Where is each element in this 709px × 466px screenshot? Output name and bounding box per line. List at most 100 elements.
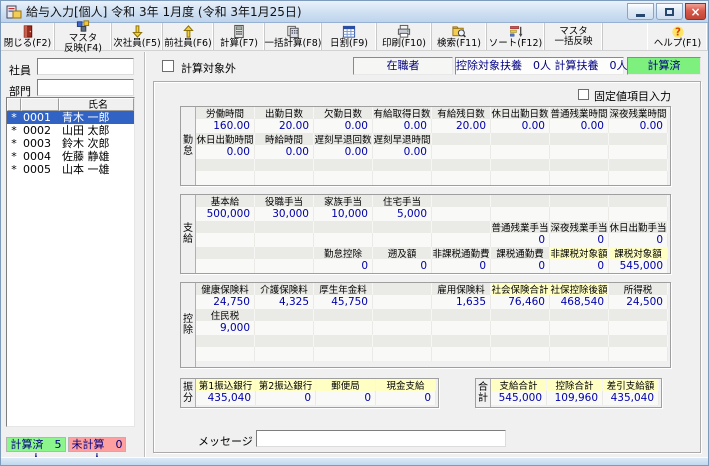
field-value[interactable]: 0.00 [314,119,373,133]
field-value[interactable]: 4,325 [255,295,314,309]
field-label: 遅刻早退時間 [373,133,432,145]
field-value[interactable]: 0 [316,391,376,405]
sidebar-separator [144,52,146,457]
toolbar-button-batch-calculate[interactable]: 一括計算(F8) [265,23,322,50]
field-value[interactable]: 1,635 [432,295,491,309]
field-value [609,171,668,185]
field-label: 遡及額 [373,247,432,259]
field-value [432,347,491,361]
section-label-payment: 支給 [181,195,196,273]
field-value[interactable]: 435,040 [196,391,256,405]
employee-label: 社員 [9,62,31,78]
field-label [550,195,609,207]
toolbar-button-close[interactable]: 閉じる(F2) [1,23,55,50]
toolbar-button-prev-employee[interactable]: 前社員(F6) [163,23,214,50]
field-value[interactable]: 545,000 [491,391,547,405]
field-value [550,145,609,159]
employee-code-input[interactable] [37,58,134,75]
close-button[interactable]: × [685,3,706,20]
section-grid-payment: 基本給役職手当家族手当住宅手当500,00030,00010,0005,000普… [196,195,670,273]
field-value[interactable]: 9,000 [196,321,255,335]
field-value[interactable]: 0.00 [314,145,373,159]
field-value[interactable]: 500,000 [196,207,255,221]
employee-row[interactable]: *0003鈴木 次郎 [7,137,134,150]
field-label: 役職手当 [255,195,314,207]
field-value [196,171,255,185]
employee-row[interactable]: *0002山田 太郎 [7,124,134,137]
field-value[interactable]: 0 [491,259,550,273]
maximize-button[interactable] [656,3,683,20]
toolbar-button-sort[interactable]: ソート(F12) [487,23,545,50]
field-value [609,145,668,159]
field-label [255,247,314,259]
message-input[interactable] [256,430,506,447]
field-value[interactable]: 0 [376,391,436,405]
toolbar-button-master-reflect[interactable]: マスタ反映(F4) [55,23,112,50]
field-value[interactable]: 0.00 [550,119,609,133]
toolbar-button-daily-rate[interactable]: 日割(F9) [322,23,377,50]
field-value[interactable]: 0 [256,391,316,405]
field-value[interactable]: 0.00 [373,145,432,159]
exclude-from-calc-label: 計算対象外 [181,60,236,76]
toolbar-button-master-batch-reflect[interactable]: マスタ一括反映 [545,23,603,50]
employee-name: 山田 太郎 [59,124,134,137]
field-value[interactable]: 109,960 [547,391,603,405]
employee-row[interactable]: *0005山本 一雄 [7,163,134,176]
field-value[interactable]: 0.00 [255,145,314,159]
toolbar-button-help[interactable]: ?ヘルプ(F1) [648,23,708,50]
section-label-deduction: 控除 [181,283,196,367]
field-value [491,347,550,361]
field-value[interactable]: 0.00 [196,145,255,159]
field-value[interactable]: 0 [609,233,668,247]
close-icon: × [690,7,700,17]
field-label: 差引支給額 [603,379,659,391]
field-value[interactable]: 5,000 [373,207,432,221]
field-value[interactable]: 0.00 [491,119,550,133]
section-grid-deduction: 健康保険料介護保険料厚生年金料雇用保険料社会保険合計社保控除後額所得税24,75… [196,283,670,367]
field-value[interactable]: 545,000 [609,259,668,273]
field-label: 休日出勤日数 [491,107,550,119]
toolbar-button-label: 計算(F7) [220,39,258,49]
fixed-value-input-checkbox[interactable] [578,89,589,100]
employee-row[interactable]: *0004佐藤 静雄 [7,150,134,163]
field-value[interactable]: 0 [373,259,432,273]
field-value[interactable]: 0.00 [609,119,668,133]
field-value[interactable]: 24,500 [609,295,668,309]
toolbar-button-calculate[interactable]: 計算(F7) [214,23,265,50]
field-label: 住民税 [196,309,255,321]
toolbar-button-search[interactable]: 検索(F11) [432,23,487,50]
field-value[interactable]: 20.00 [255,119,314,133]
field-label: 課税通勤費 [491,247,550,259]
field-value[interactable]: 20.00 [432,119,491,133]
field-value[interactable]: 76,460 [491,295,550,309]
toolbar-button-next-employee[interactable]: 次社員(F5) [112,23,163,50]
department-code-input[interactable] [37,79,134,96]
exclude-from-calc-checkbox[interactable] [162,60,174,72]
field-value [432,145,491,159]
field-value[interactable]: 0 [314,259,373,273]
field-value[interactable]: 24,750 [196,295,255,309]
employee-row[interactable]: *0001青木 一郎 [7,111,134,124]
field-value[interactable]: 160.00 [196,119,255,133]
window-title: 給与入力[個人] 令和 3年 1月度 (令和 3年1月25日) [26,3,302,20]
toolbar-button-print[interactable]: 印刷(F10) [377,23,432,50]
field-value[interactable]: 0 [550,233,609,247]
field-label: 時給時間 [255,133,314,145]
field-value[interactable]: 10,000 [314,207,373,221]
field-label [491,309,550,321]
employee-code: 0004 [21,150,59,163]
field-label [609,335,668,347]
minimize-button[interactable] [627,3,654,20]
toolbar: 閉じる(F2)マスタ反映(F4)次社員(F5)前社員(F6) 計算(F7) 一括計算… [1,23,708,51]
field-value[interactable]: 30,000 [255,207,314,221]
field-value[interactable]: 0 [550,259,609,273]
employee-name: 山本 一雄 [59,163,134,176]
field-value[interactable]: 45,750 [314,295,373,309]
field-value[interactable]: 0 [432,259,491,273]
message-label: メッセージ [198,433,253,449]
field-value[interactable]: 0 [491,233,550,247]
field-value[interactable]: 435,040 [603,391,659,405]
field-value[interactable]: 468,540 [550,295,609,309]
field-value[interactable]: 0.00 [373,119,432,133]
field-value [373,347,432,361]
